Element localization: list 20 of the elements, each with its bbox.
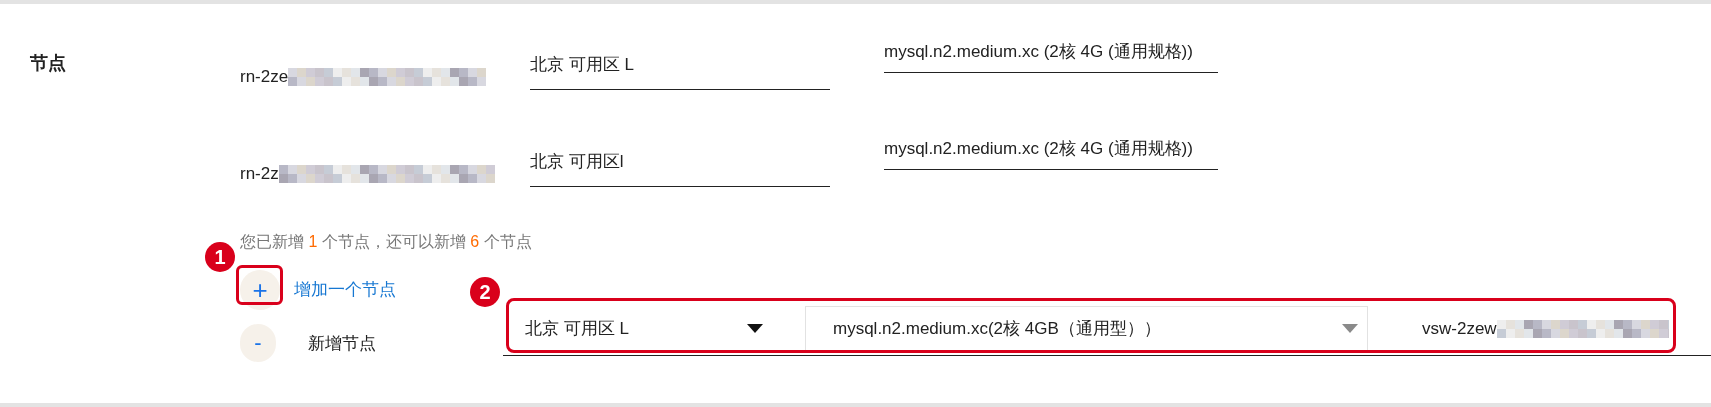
new-node-label: 新增节点	[308, 333, 377, 355]
vswitch-id: vsw-2zew	[1422, 317, 1497, 340]
spec-select[interactable]: mysql.n2.medium.xc(2核 4GB（通用型））	[805, 305, 1368, 352]
section-label: 节点	[30, 52, 66, 75]
spec-field: mysql.n2.medium.xc (2核 4G (通用规格))	[884, 134, 1218, 170]
annotation-badge: 1	[205, 242, 235, 272]
spec-field: mysql.n2.medium.xc (2核 4G (通用规格))	[884, 37, 1218, 73]
add-node-link[interactable]: 增加一个节点	[294, 278, 396, 302]
caret-icon	[747, 324, 763, 333]
zone-select[interactable]: 北京 可用区 L	[503, 305, 805, 352]
add-button[interactable]: +	[240, 270, 280, 310]
caret-icon	[1342, 324, 1358, 333]
annotation-box	[236, 265, 283, 305]
node-id: rn-2ze	[240, 66, 289, 88]
node-id: rn-2z	[240, 163, 279, 185]
annotation-badge: 2	[470, 277, 500, 307]
remove-button[interactable]: -	[240, 324, 276, 362]
zone-field: 北京 可用区 L	[530, 53, 830, 90]
quota-note: 您已新增 1 个节点，还可以新增 6 个节点	[240, 232, 532, 252]
zone-field: 北京 可用区l	[530, 150, 830, 187]
